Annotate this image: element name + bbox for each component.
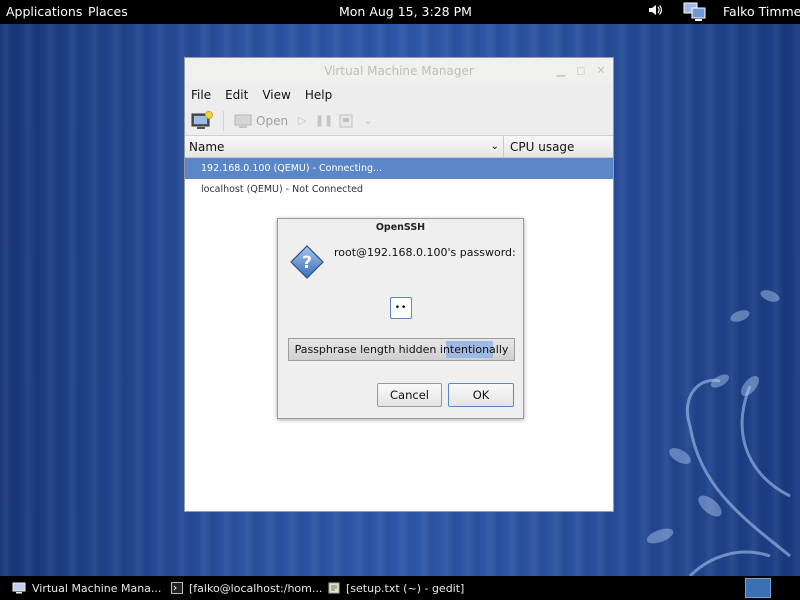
open-label: Open — [256, 113, 289, 128]
minimize-icon[interactable]: ▁ — [555, 58, 567, 84]
pause-icon[interactable]: ❚❚ — [315, 113, 333, 129]
vmm-titlebar[interactable]: Virtual Machine Manager ▁ ◻ ✕ — [185, 58, 613, 84]
menu-file[interactable]: File — [191, 88, 211, 102]
passphrase-indicator: Passphrase length hidden intentionally — [288, 338, 515, 361]
menu-bar: File Edit View Help — [185, 84, 613, 106]
run-icon[interactable]: ▷ — [294, 113, 310, 129]
shutdown-icon[interactable] — [338, 113, 354, 129]
text-editor-icon — [328, 582, 340, 594]
new-vm-button[interactable] — [191, 110, 213, 131]
taskbar-label: [setup.txt (~) - gedit] — [346, 581, 465, 595]
openssh-dialog: OpenSSH ? root@192.168.0.100's password:… — [277, 218, 524, 419]
taskbar-item-gedit[interactable]: [setup.txt (~) - gedit] — [328, 576, 464, 600]
taskbar: Virtual Machine Mana... [falko@localhost… — [0, 576, 800, 600]
top-panel: Applications Places Mon Aug 15, 3:28 PM … — [0, 0, 800, 24]
dialog-title: OpenSSH — [375, 222, 426, 233]
terminal-icon — [171, 582, 183, 594]
password-prompt: root@192.168.0.100's password: — [334, 246, 516, 259]
workspace-switcher[interactable] — [745, 578, 771, 598]
passphrase-note: Passphrase length hidden intentionally — [294, 343, 509, 356]
taskbar-label: Virtual Machine Mana... — [32, 581, 162, 595]
ok-button[interactable]: OK — [448, 383, 514, 407]
taskbar-item-vmm[interactable]: Virtual Machine Mana... — [12, 576, 161, 600]
column-cpu-usage[interactable]: CPU usage — [504, 136, 574, 158]
menu-help[interactable]: Help — [305, 88, 332, 102]
taskbar-label: [falko@localhost:/hom... — [189, 581, 323, 595]
volume-icon[interactable] — [648, 3, 662, 20]
new-vm-icon — [191, 110, 213, 129]
places-menu[interactable]: Places — [88, 4, 128, 19]
close-icon[interactable]: ✕ — [595, 58, 607, 84]
chevron-down-icon[interactable]: ⌄ — [491, 136, 499, 158]
menu-edit[interactable]: Edit — [225, 88, 248, 102]
clock[interactable]: Mon Aug 15, 3:28 PM — [339, 4, 472, 19]
user-menu[interactable]: Falko Timme — [723, 4, 800, 19]
menu-view[interactable]: View — [262, 88, 290, 102]
open-button[interactable]: Open — [234, 113, 288, 129]
password-field[interactable]: •• — [390, 297, 412, 319]
question-icon: ? — [290, 245, 324, 279]
connection-row[interactable]: localhost (QEMU) - Not Connected — [185, 179, 613, 200]
vmm-app-icon — [12, 582, 26, 594]
toolbar: Open ▷ ❚❚ ⌄ — [185, 106, 613, 136]
svg-text:?: ? — [302, 253, 312, 273]
vmm-window-title: Virtual Machine Manager — [324, 64, 474, 78]
list-header: Name ⌄ CPU usage — [185, 136, 613, 158]
connection-row[interactable]: 192.168.0.100 (QEMU) - Connecting... — [185, 158, 613, 179]
applications-menu[interactable]: Applications — [6, 4, 82, 19]
maximize-icon[interactable]: ◻ — [575, 58, 587, 84]
column-name[interactable]: Name ⌄ — [185, 136, 504, 157]
chevron-down-icon[interactable]: ⌄ — [360, 113, 376, 129]
taskbar-item-terminal[interactable]: [falko@localhost:/hom... — [171, 576, 322, 600]
cancel-button[interactable]: Cancel — [377, 383, 442, 407]
network-icon[interactable] — [682, 2, 708, 25]
monitor-icon — [234, 114, 252, 128]
